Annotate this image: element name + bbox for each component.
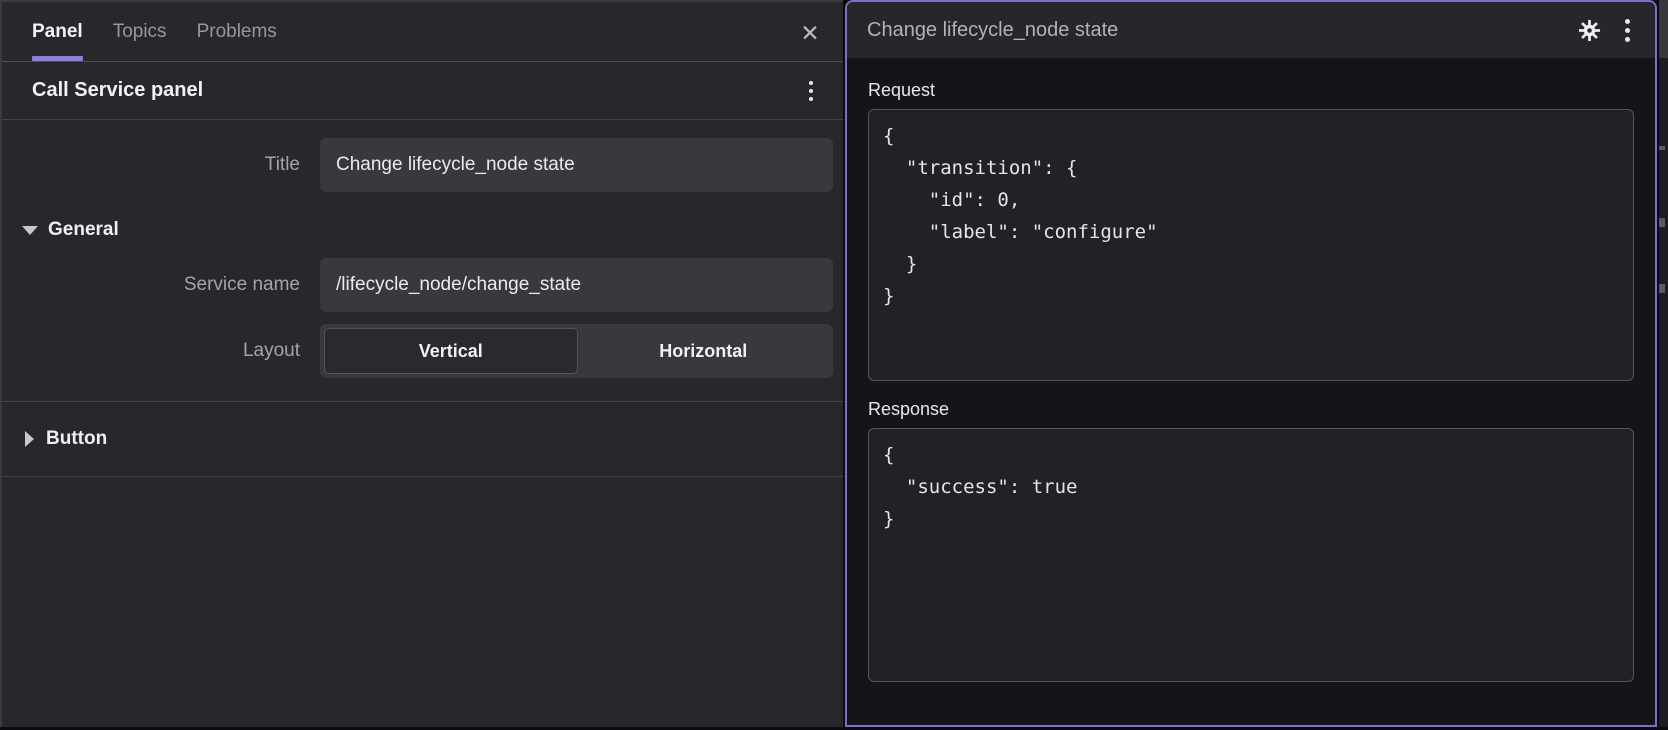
tab-panel-label: Panel — [32, 20, 83, 42]
call-service-panel-header[interactable]: Change lifecycle_node state — [847, 2, 1655, 58]
section-general[interactable]: General — [2, 208, 843, 252]
adjacent-panel-header-sliver — [1659, 0, 1668, 58]
clipped-glyph-fragment — [1659, 284, 1665, 293]
section-button-label: Button — [46, 428, 108, 449]
service-name-label: Service name — [183, 274, 300, 295]
request-editor[interactable]: { "transition": { "id": 0, "label": "con… — [868, 109, 1634, 381]
chevron-down-icon — [22, 225, 38, 235]
chevron-right-icon — [25, 431, 34, 447]
service-name-field-row: Service name — [2, 258, 843, 312]
tab-problems-label: Problems — [196, 20, 277, 42]
adjacent-panel-sliver — [1659, 0, 1668, 727]
sidebar-section-header: Call Service panel — [2, 62, 843, 120]
tab-problems[interactable]: Problems — [197, 2, 277, 61]
settings-fields: Title General Service name Layout — [2, 120, 843, 378]
panel-menu-icon[interactable] — [1613, 14, 1641, 46]
section-general-label: General — [48, 219, 119, 240]
layout-segmented-control: Vertical Horizontal — [320, 324, 833, 378]
settings-sidebar: Panel Topics Problems ✕ Call Service pan… — [0, 0, 843, 727]
layout-option-horizontal[interactable]: Horizontal — [578, 328, 830, 374]
divider — [2, 476, 843, 477]
service-name-input[interactable] — [320, 258, 833, 312]
request-label: Request — [868, 80, 936, 100]
title-label: Title — [264, 154, 300, 175]
call-service-panel[interactable]: Change lifecycle_node state Request {"t… — [845, 0, 1657, 727]
app-root: Panel Topics Problems ✕ Call Service pan… — [0, 0, 1668, 730]
layout-label: Layout — [242, 340, 300, 361]
call-service-panel-body: Request { "transition": { "id": 0, "labe… — [847, 58, 1655, 682]
tab-topics-label: Topics — [112, 20, 167, 42]
sidebar-tabbar: Panel Topics Problems ✕ — [2, 2, 843, 62]
gear-icon[interactable] — [1571, 12, 1607, 48]
sidebar-menu-icon[interactable] — [797, 75, 825, 107]
response-label: Response — [868, 399, 950, 419]
title-field-row: Title — [2, 138, 843, 192]
layout-field-row: Layout Vertical Horizontal — [2, 324, 843, 378]
panel-title: Change lifecycle_node state — [867, 18, 1119, 41]
close-icon[interactable]: ✕ — [795, 18, 825, 48]
clipped-glyph-fragment — [1659, 218, 1665, 227]
layout-option-vertical[interactable]: Vertical — [324, 328, 578, 374]
title-input[interactable] — [320, 138, 833, 192]
clipped-glyph-fragment — [1659, 146, 1665, 150]
sidebar-title: Call Service panel — [32, 79, 204, 101]
section-button[interactable]: Button — [2, 402, 843, 476]
tab-panel[interactable]: Panel — [32, 2, 83, 61]
tab-topics[interactable]: Topics — [113, 2, 167, 61]
response-viewer: { "success": true } — [868, 428, 1634, 682]
